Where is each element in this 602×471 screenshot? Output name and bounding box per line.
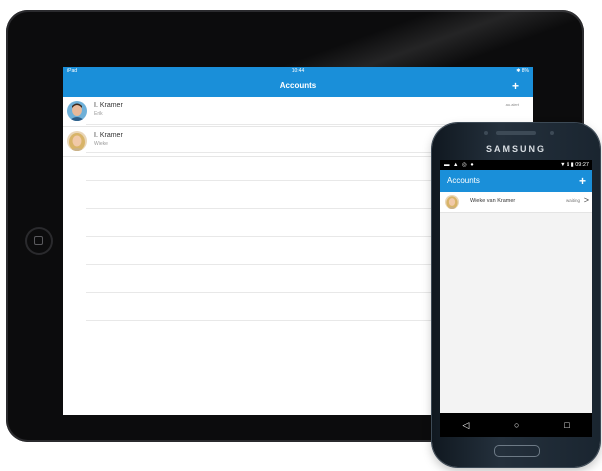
phone-status-bar: ▬ ▲ ◎ ● ▼ ℹ ▮ 09:27 [440, 160, 592, 170]
ipad-home-button[interactable] [27, 229, 51, 253]
avatar-man [67, 101, 87, 121]
phone-clock: ▼ ℹ ▮ 09:27 [560, 162, 589, 168]
phone-sensor [484, 131, 488, 135]
back-icon[interactable]: ◁ [462, 420, 469, 431]
phone-page-title: Accounts [447, 176, 480, 185]
recents-icon[interactable]: □ [564, 420, 569, 430]
home-icon[interactable]: ○ [514, 420, 519, 430]
samsung-phone-device: SAMSUNG ▬ ▲ ◎ ● ▼ ℹ ▮ 09:27 Accounts + W… [432, 123, 600, 467]
phone-brand-logo: SAMSUNG [485, 144, 546, 154]
avatar-woman [445, 195, 459, 209]
phone-screen: ▬ ▲ ◎ ● ▼ ℹ ▮ 09:27 Accounts + Wieke van… [440, 160, 592, 437]
chevron-right-icon[interactable]: > [584, 195, 589, 205]
ipad-status-bar: iPad 10:44 ✱ 8% [63, 67, 533, 75]
phone-nav-bar: Accounts + [440, 170, 592, 192]
phone-notification-icons: ▬ ▲ ◎ ● [444, 162, 475, 168]
phone-add-account-button[interactable]: + [579, 170, 586, 192]
phone-speaker [496, 131, 536, 135]
phone-home-button[interactable] [494, 445, 540, 457]
ipad-page-title: Accounts [279, 81, 317, 90]
ipad-time: 10:44 [291, 68, 305, 74]
phone-camera [550, 131, 554, 135]
phone-account-row[interactable]: Wieke van Kramer waiting > [440, 192, 592, 213]
account-status: waiting [565, 198, 580, 203]
ipad-nav-bar: Accounts + [63, 75, 533, 97]
avatar-woman [67, 131, 87, 151]
account-name: Wieke van Kramer [470, 198, 516, 204]
ipad-battery: ✱ 8% [516, 68, 529, 74]
phone-navigation-bar: ◁ ○ □ [440, 413, 592, 437]
ipad-add-account-button[interactable]: + [512, 75, 519, 97]
